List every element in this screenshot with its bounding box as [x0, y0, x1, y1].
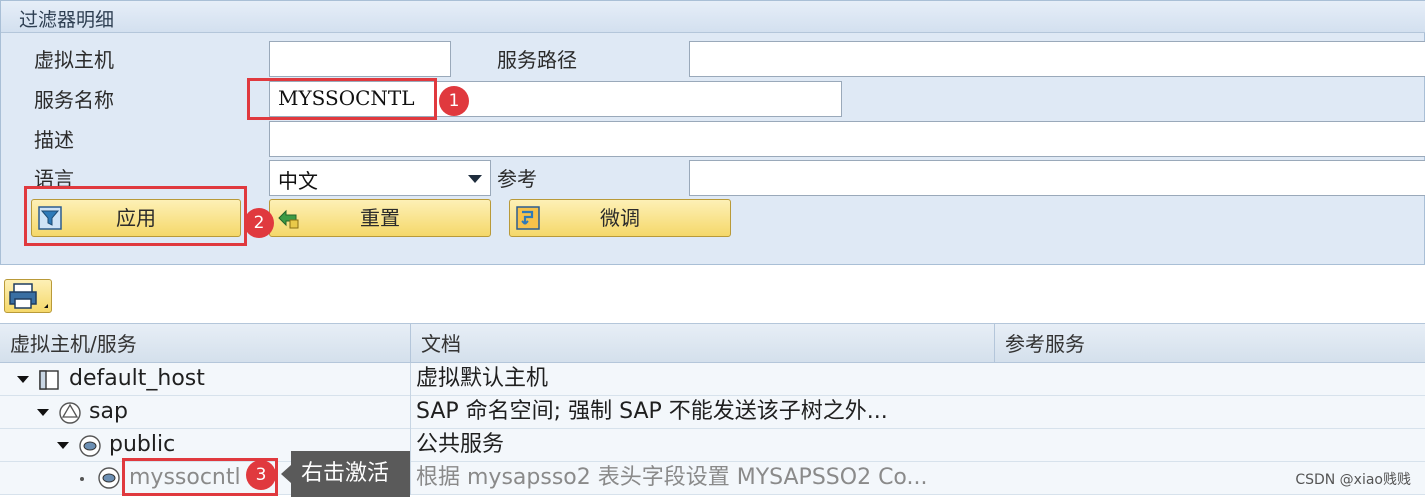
host-icon [39, 370, 59, 390]
printer-icon [9, 283, 37, 309]
language-select-value: 中文 [278, 169, 318, 193]
tree-node-doc: 根据 mysapsso2 表头字段设置 MYSAPSSO2 Co... [416, 465, 928, 490]
column-divider [410, 396, 411, 429]
tree-node-name[interactable]: default_host [69, 363, 205, 395]
watermark: CSDN @xiao贱贱 [1295, 472, 1411, 488]
step-badge-2: 2 [244, 208, 274, 238]
expand-caret-icon[interactable] [17, 376, 29, 383]
finetune-icon [516, 206, 540, 230]
column-header-reference-service[interactable]: 参考服务 [995, 324, 1425, 364]
tree-row[interactable]: sap SAP 命名空间; 强制 SAP 不能发送该子树之外... [0, 396, 1425, 429]
print-dropdown-icon[interactable] [40, 304, 48, 308]
finetune-button[interactable]: 微调 [509, 199, 731, 237]
language-select[interactable]: 中文 [269, 160, 491, 196]
step-badge-3: 3 [246, 460, 276, 490]
tree-row[interactable]: default_host 虚拟默认主机 [0, 363, 1425, 396]
reset-button[interactable]: 重置 [269, 199, 491, 237]
reference-label: 参考 [497, 167, 537, 191]
column-divider [410, 429, 411, 462]
finetune-button-label: 微调 [600, 206, 640, 230]
dropdown-arrow-icon[interactable] [468, 175, 482, 183]
description-input[interactable] [269, 121, 1425, 157]
leaf-bullet-icon [80, 477, 84, 481]
column-header-host-service[interactable]: 虚拟主机/服务 [0, 324, 411, 364]
tree-node-doc: SAP 命名空间; 强制 SAP 不能发送该子树之外... [416, 399, 888, 424]
reset-icon [278, 209, 299, 229]
step-badge-1: 1 [439, 86, 469, 116]
tree-node-name[interactable]: public [109, 429, 175, 461]
tooltip: 右击激活 [281, 451, 410, 497]
highlight-box-service-name [247, 78, 437, 120]
description-label: 描述 [34, 128, 74, 152]
table-header: 虚拟主机/服务 文档 参考服务 [0, 323, 1425, 364]
service-path-input[interactable] [689, 41, 1425, 77]
tree-node-name[interactable]: sap [89, 396, 128, 428]
service-name-label: 服务名称 [34, 88, 114, 112]
service-node-icon [79, 435, 101, 457]
highlight-box-apply [24, 186, 247, 246]
expand-caret-icon[interactable] [57, 442, 69, 449]
virtual-host-input[interactable] [269, 41, 451, 77]
virtual-host-label: 虚拟主机 [34, 48, 114, 72]
print-button[interactable] [4, 279, 52, 313]
tree-node-doc: 虚拟默认主机 [416, 366, 549, 391]
reference-input[interactable] [689, 160, 1425, 196]
reset-button-label: 重置 [360, 206, 400, 230]
service-path-label: 服务路径 [497, 48, 577, 72]
expand-caret-icon[interactable] [37, 409, 49, 416]
tree-node-doc: 公共服务 [416, 432, 505, 457]
service-inactive-icon [98, 467, 120, 489]
panel-title: 过滤器明细 [19, 9, 115, 31]
column-divider [410, 363, 411, 396]
column-header-document[interactable]: 文档 [411, 324, 995, 364]
namespace-icon [59, 402, 81, 424]
panel-title-bar: 过滤器明细 [1, 1, 1425, 33]
column-divider [410, 462, 411, 495]
